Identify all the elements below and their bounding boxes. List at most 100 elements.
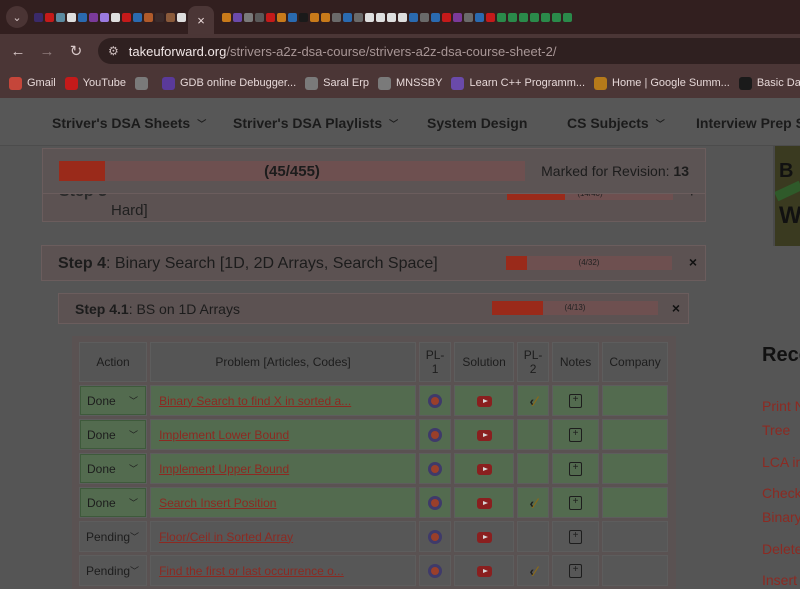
step-4-card[interactable]: Step 4: Binary Search [1D, 2D Arrays, Se… [41,245,706,281]
tab-favicon[interactable] [288,12,297,22]
tab-favicon[interactable] [144,12,153,22]
add-note-icon[interactable]: + [569,393,583,408]
bookmark-item[interactable]: Gmail [9,76,56,90]
leetcode-icon[interactable]: ‹⁄ [530,393,537,409]
tab-favicon[interactable] [255,12,264,22]
tab-favicon[interactable] [111,12,120,22]
forward-arrow-icon[interactable]: → [36,40,58,62]
tab-favicon[interactable] [530,12,539,22]
bookmark-item[interactable]: YouTube [64,76,126,90]
leetcode-icon[interactable]: ‹⁄ [530,563,537,579]
tab-favicon[interactable] [45,12,54,22]
sidebar-ad[interactable]: B W [773,146,800,246]
problem-link[interactable]: Search Insert Position [151,496,415,510]
tab-favicon[interactable] [166,12,175,22]
tab-favicon[interactable] [387,12,396,22]
recent-item[interactable]: LCA in [762,454,800,470]
tab-favicon[interactable] [222,12,231,22]
tab-favicon[interactable] [475,12,484,22]
tab-favicon[interactable] [100,12,109,22]
problem-link[interactable]: Binary Search to find X in sorted a... [151,394,415,408]
tab-favicon[interactable] [398,12,407,22]
bookmark-item[interactable] [134,76,153,90]
reload-icon[interactable]: ↻ [65,40,87,62]
nav-cs-subjects[interactable]: CS Subjects ﹀ [567,115,665,131]
bookmark-item[interactable]: Home | Google Summ... [594,76,730,90]
bookmark-item[interactable]: GDB online Debugger... [161,76,296,90]
add-note-icon[interactable]: + [569,529,583,544]
leetcode-icon[interactable]: ‹⁄ [530,495,537,511]
codingninjas-icon[interactable] [428,393,443,408]
tab-favicon[interactable] [431,12,440,22]
tab-favicon[interactable] [486,12,495,22]
tab-favicon[interactable] [133,12,142,22]
status-select[interactable]: Done ﹀ [80,420,147,449]
tab-favicon[interactable] [310,12,319,22]
revision-count[interactable]: Marked for Revision: 13 [541,163,689,179]
tab-favicon[interactable] [365,12,374,22]
tab-favicon[interactable] [67,12,76,22]
site-info-icon[interactable]: ⚙ [108,44,119,58]
status-select[interactable]: Pending ﹀ [80,556,146,585]
tab-favicon[interactable] [453,12,462,22]
tab-favicon[interactable] [277,12,286,22]
codingninjas-icon[interactable] [428,563,443,578]
recent-item[interactable]: Binary [762,509,800,525]
status-select[interactable]: Done ﹀ [80,454,147,483]
recent-item[interactable]: Insert a [762,572,800,588]
status-select[interactable]: Done ﹀ [80,488,147,517]
address-bar[interactable]: ⚙ takeuforward.org /strivers-a2z-dsa-cou… [98,38,800,64]
tab-favicon[interactable] [409,12,418,22]
nav-dsa-playlists[interactable]: Striver's DSA Playlists ﹀ [233,115,398,131]
add-note-icon[interactable]: + [569,563,583,578]
codingninjas-icon[interactable] [428,529,443,544]
tab-search-icon[interactable]: ⌄ [6,6,28,28]
active-tab-close-icon[interactable]: × [188,6,214,34]
add-note-icon[interactable]: + [569,495,583,510]
add-note-icon[interactable]: + [569,461,583,476]
recent-item[interactable]: Tree [762,422,790,438]
recent-item[interactable]: Print N [762,398,800,414]
tab-favicon[interactable] [376,12,385,22]
codingninjas-icon[interactable] [428,461,443,476]
youtube-icon[interactable] [476,463,492,475]
tab-favicon[interactable] [420,12,429,22]
youtube-icon[interactable] [476,565,492,577]
add-note-icon[interactable]: + [569,427,583,442]
tab-favicon[interactable] [321,12,330,22]
nav-system-design[interactable]: System Design [427,115,527,131]
tab-favicon[interactable] [266,12,275,22]
tab-favicon[interactable] [464,12,473,22]
tab-favicon[interactable] [244,12,253,22]
bookmark-item[interactable]: Learn C++ Programm... [451,76,585,90]
problem-link[interactable]: Floor/Ceil in Sorted Array [151,530,415,544]
status-select[interactable]: Done ﹀ [80,386,147,415]
tab-favicon[interactable] [442,12,451,22]
collapse-icon[interactable]: × [689,254,697,270]
youtube-icon[interactable] [476,395,492,407]
tab-favicon[interactable] [155,12,164,22]
problem-link[interactable]: Find the first or last occurrence o... [151,564,415,578]
collapse-icon[interactable]: × [672,300,680,316]
tab-favicon[interactable] [563,12,572,22]
step-4-1-card[interactable]: Step 4.1: BS on 1D Arrays (4/13) × [58,293,689,324]
tab-favicon[interactable] [122,12,131,22]
tab-favicon[interactable] [343,12,352,22]
bookmark-item[interactable]: Saral Erp [305,76,369,90]
back-arrow-icon[interactable]: ← [7,40,29,62]
problem-link[interactable]: Implement Upper Bound [151,462,415,476]
tab-favicon[interactable] [78,12,87,22]
bookmark-item[interactable]: Basic Data Types | Hac [738,76,800,90]
youtube-icon[interactable] [476,429,492,441]
codingninjas-icon[interactable] [428,495,443,510]
tab-favicon[interactable] [508,12,517,22]
tab-favicon[interactable] [233,12,242,22]
tab-favicon[interactable] [497,12,506,22]
tab-favicon[interactable] [354,12,363,22]
tab-favicon[interactable] [332,12,341,22]
youtube-icon[interactable] [476,497,492,509]
codingninjas-icon[interactable] [428,427,443,442]
tab-favicon[interactable] [177,12,186,22]
tab-favicon[interactable] [519,12,528,22]
tab-favicon[interactable] [552,12,561,22]
